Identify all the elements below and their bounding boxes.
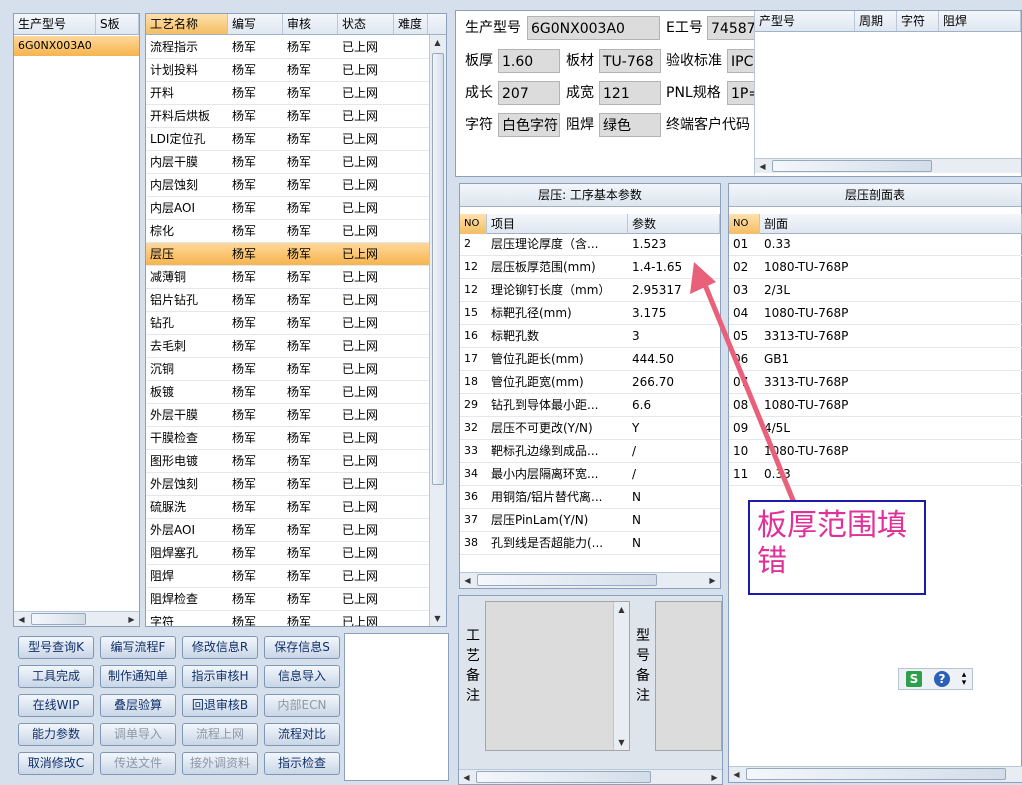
annotation-arrow (690, 262, 798, 508)
arrow-line (700, 277, 798, 508)
arrow-head (690, 262, 716, 294)
annotation-text: 板厚范围填错 (757, 508, 907, 579)
annotation-box: 板厚范围填错 (748, 500, 926, 595)
